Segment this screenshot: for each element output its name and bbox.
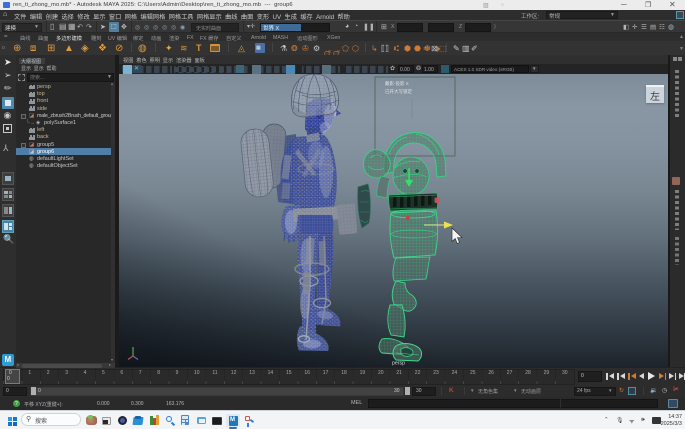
svg-text:persp: persp: [392, 361, 405, 367]
